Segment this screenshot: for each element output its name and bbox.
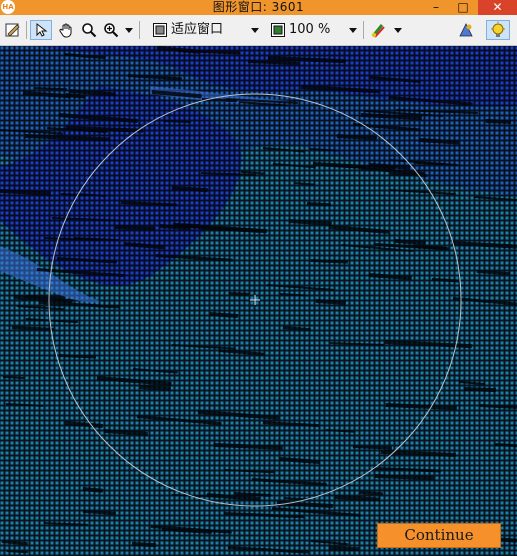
title-bar[interactable]: HA 图形窗口: 3601 – □ ✕ (0, 0, 517, 15)
zoom-percent-chevron-down-icon[interactable] (349, 28, 357, 33)
color-paint-icon[interactable] (368, 20, 390, 40)
continue-button[interactable]: Continue (377, 523, 501, 548)
toolbar-separator (26, 21, 27, 39)
pointer-icon[interactable] (30, 20, 52, 40)
toolbar-separator (363, 21, 364, 39)
zoom-fit-icon[interactable] (150, 20, 170, 40)
graphics-toolbar: 适应窗口 100 % (0, 15, 517, 46)
minimize-button[interactable]: – (424, 0, 448, 15)
zoom-dropdown-caret-icon[interactable] (125, 28, 133, 33)
lightbulb-icon[interactable] (486, 20, 510, 40)
magnifier-icon[interactable] (79, 20, 99, 40)
graphics-canvas[interactable] (0, 46, 517, 556)
maximize-button[interactable]: □ (451, 0, 475, 15)
edit-settings-icon[interactable] (2, 20, 24, 40)
hand-pan-icon[interactable] (55, 20, 77, 40)
zoom-percent-icon[interactable] (268, 20, 288, 40)
zoom-in-icon[interactable] (101, 20, 121, 40)
zoom-percent-select[interactable]: 100 % (289, 20, 330, 40)
3d-view-icon[interactable] (455, 20, 477, 40)
toolbar-separator (139, 21, 140, 39)
close-button[interactable]: ✕ (478, 0, 517, 15)
zoom-fit-select[interactable]: 适应窗口 (171, 20, 223, 40)
color-chevron-down-icon[interactable] (394, 28, 402, 33)
point-cloud (0, 46, 517, 556)
zoom-fit-chevron-down-icon[interactable] (251, 28, 259, 33)
